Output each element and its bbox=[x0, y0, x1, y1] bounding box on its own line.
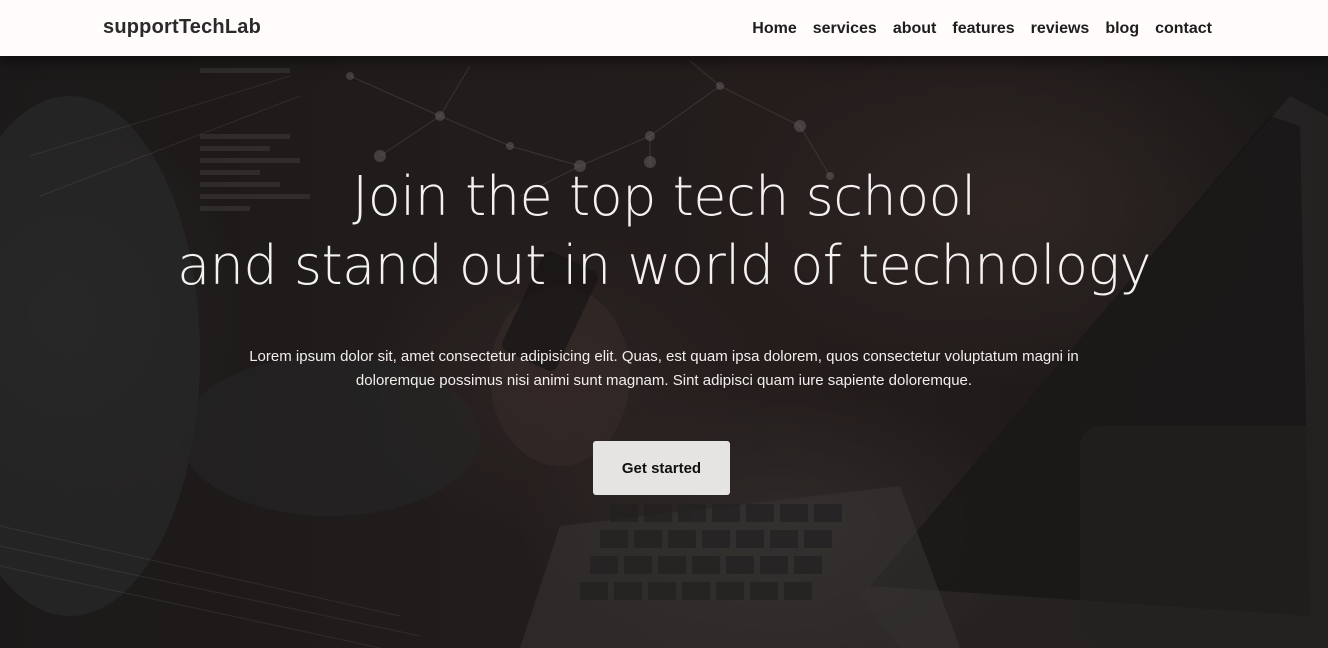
get-started-button[interactable]: Get started bbox=[593, 441, 730, 495]
nav-link-about[interactable]: about bbox=[893, 20, 937, 37]
hero-section: Join the top tech school and stand out i… bbox=[0, 56, 1328, 648]
navbar: supportTechLab Home services about featu… bbox=[0, 0, 1328, 56]
hero-headline: Join the top tech school and stand out i… bbox=[0, 162, 1328, 300]
hero-headline-line-2: and stand out in world of technology bbox=[177, 234, 1151, 297]
hero-description: Lorem ipsum dolor sit, amet consectetur … bbox=[249, 348, 1079, 389]
nav-link-features[interactable]: features bbox=[952, 20, 1014, 37]
nav-link-services[interactable]: services bbox=[813, 20, 877, 37]
brand-logo[interactable]: supportTechLab bbox=[103, 16, 261, 39]
nav-links: Home services about features reviews blo… bbox=[752, 18, 1212, 38]
nav-link-contact[interactable]: contact bbox=[1155, 20, 1212, 37]
hero-content: Join the top tech school and stand out i… bbox=[0, 56, 1328, 648]
nav-link-blog[interactable]: blog bbox=[1105, 20, 1139, 37]
nav-link-reviews[interactable]: reviews bbox=[1031, 20, 1090, 37]
nav-link-home[interactable]: Home bbox=[752, 20, 796, 37]
hero-headline-line-1: Join the top tech school bbox=[352, 165, 976, 228]
